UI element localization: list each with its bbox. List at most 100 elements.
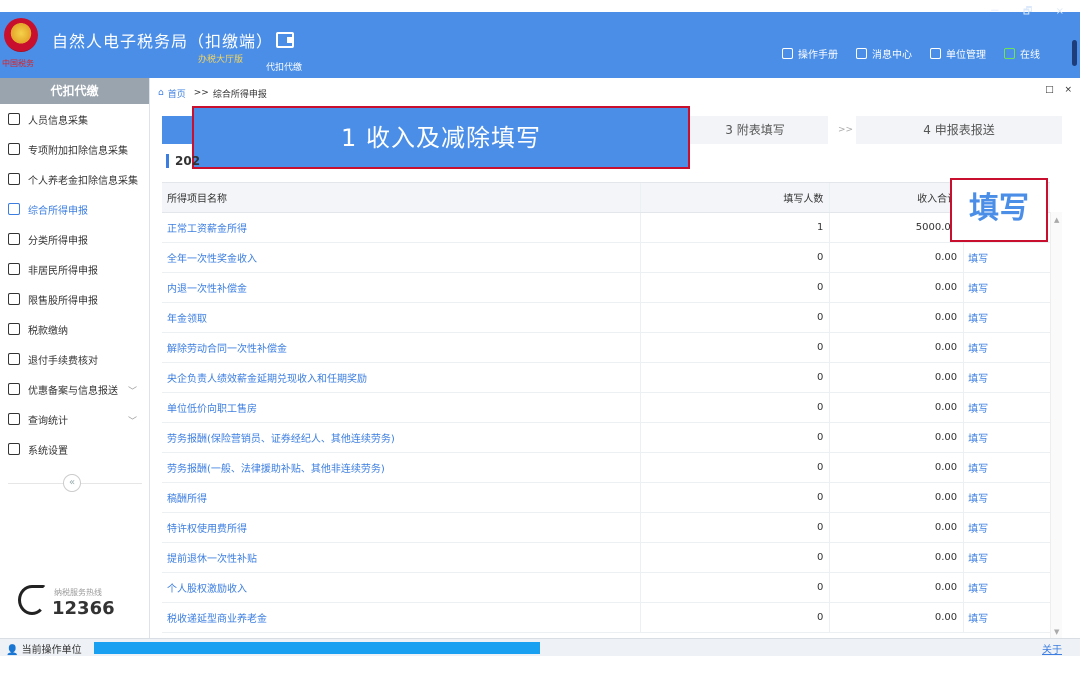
top-strip (0, 0, 1080, 12)
wallet-icon[interactable] (276, 32, 294, 48)
income-item-link[interactable]: 劳务报酬(一般、法律援助补贴、其他非连续劳务) (162, 452, 641, 483)
income-item-link[interactable]: 个人股权激励收入 (162, 572, 641, 603)
sidebar-item-pension[interactable]: 个人养老金扣除信息采集 (0, 164, 149, 194)
row-amount: 0.00 (829, 542, 964, 573)
scroll-up-icon[interactable]: ▲ (1054, 216, 1059, 224)
table-row: 特许权使用费所得 0 0.00 填写 (162, 512, 1050, 543)
table-row: 央企负责人绩效薪金延期兑现收入和任期奖励 0 0.00 填写 (162, 362, 1050, 393)
fill-callout[interactable]: 填写 (950, 178, 1048, 242)
income-item-link[interactable]: 提前退休一次性补贴 (162, 542, 641, 573)
fill-link[interactable]: 填写 (963, 302, 1050, 333)
app-subtitle: 办税大厅版 (198, 55, 244, 65)
fill-link[interactable]: 填写 (963, 362, 1050, 393)
online-check-icon (1004, 48, 1015, 59)
sidebar-item-classified[interactable]: 分类所得申报 (0, 224, 149, 254)
scroll-down-icon[interactable]: ▼ (1054, 628, 1059, 636)
sidebar-item-nonresident[interactable]: 非居民所得申报 (0, 254, 149, 284)
sidebar-item-label: 税款缴纳 (28, 325, 68, 337)
message-label: 消息中心 (872, 50, 912, 61)
fill-link[interactable]: 填写 (963, 332, 1050, 363)
sidebar-collapse-button[interactable]: « (63, 474, 81, 492)
sidebar-item-restricted-stock[interactable]: 限售股所得申报 (0, 284, 149, 314)
row-count: 0 (640, 602, 830, 633)
search-list-icon (8, 413, 20, 425)
table-row: 年金领取 0 0.00 填写 (162, 302, 1050, 333)
row-amount: 0.00 (829, 332, 964, 363)
income-item-link[interactable]: 年金领取 (162, 302, 641, 333)
table-scrollbar[interactable]: ▲ ▼ (1050, 212, 1062, 640)
people-icon (8, 113, 20, 125)
table-row: 税收递延型商业养老金 0 0.00 填写 (162, 602, 1050, 633)
row-amount: 0.00 (829, 512, 964, 543)
table-row: 提前退休一次性补贴 0 0.00 填写 (162, 542, 1050, 573)
person-icon (8, 263, 20, 275)
sidebar-item-refund-check[interactable]: 退付手续费核对 (0, 344, 149, 374)
online-status[interactable]: 在线 (1004, 46, 1040, 61)
layers-icon (8, 203, 20, 215)
online-label: 在线 (1020, 50, 1040, 61)
income-item-link[interactable]: 正常工资薪金所得 (162, 212, 641, 243)
fill-link[interactable]: 填写 (963, 392, 1050, 423)
income-item-link[interactable]: 央企负责人绩效薪金延期兑现收入和任期奖励 (162, 362, 641, 393)
operator-unit-bar (94, 642, 540, 654)
income-item-link[interactable]: 税收递延型商业养老金 (162, 602, 641, 633)
tab-controls[interactable]: □ × (1045, 85, 1076, 95)
income-item-link[interactable]: 稿酬所得 (162, 482, 641, 513)
step-3[interactable]: 3 附表填写 (682, 116, 828, 144)
sidebar-item-personnel[interactable]: 人员信息采集 (0, 104, 149, 134)
home-icon[interactable]: ⌂ (158, 88, 164, 98)
gear-icon (8, 443, 20, 455)
income-item-link[interactable]: 全年一次性奖金收入 (162, 242, 641, 273)
row-count: 0 (640, 512, 830, 543)
app-title: 自然人电子税务局（扣缴端） (52, 32, 274, 51)
breadcrumb: ⌂ 首页 >> 综合所得申报 □ × (150, 84, 1080, 102)
hotline: 纳税服务热线 12366 (18, 583, 138, 623)
row-amount: 0.00 (829, 572, 964, 603)
row-count: 0 (640, 422, 830, 453)
fill-link[interactable]: 填写 (963, 422, 1050, 453)
fill-link[interactable]: 填写 (963, 572, 1050, 603)
fill-link[interactable]: 填写 (963, 242, 1050, 273)
sidebar-item-query[interactable]: 查询统计 ﹀ (0, 404, 149, 434)
file-icon (8, 383, 20, 395)
top-actions: 操作手册 消息中心 单位管理 在线 (782, 46, 1040, 61)
table-row: 稿酬所得 0 0.00 填写 (162, 482, 1050, 513)
sidebar-item-preferential[interactable]: 优惠备案与信息报送 ﹀ (0, 374, 149, 404)
nav-daikoudaijiao[interactable]: 代扣代缴 (266, 60, 302, 73)
sidebar-item-label: 查询统计 (28, 415, 68, 427)
row-amount: 0.00 (829, 482, 964, 513)
sidebar-item-settings[interactable]: 系统设置 (0, 434, 149, 464)
step-4[interactable]: 4 申报表报送 (856, 116, 1062, 144)
breadcrumb-home[interactable]: 首页 (168, 87, 186, 100)
fill-link[interactable]: 填写 (963, 542, 1050, 573)
income-item-link[interactable]: 解除劳动合同一次性补偿金 (162, 332, 641, 363)
about-link[interactable]: 关于 (1042, 641, 1062, 656)
window-controls[interactable]: － 🗗 × (990, 2, 1074, 21)
operator-text: 当前操作单位 (21, 645, 82, 656)
receipt-icon (8, 353, 20, 365)
operator-label: 👤 当前操作单位 (6, 645, 82, 656)
sidebar-item-tax-payment[interactable]: 税款缴纳 (0, 314, 149, 344)
mail-icon (856, 48, 867, 59)
fill-link[interactable]: 填写 (963, 272, 1050, 303)
row-amount: 0.00 (829, 272, 964, 303)
step-1-highlight[interactable]: 1 收入及减除填写 (192, 106, 690, 169)
sidebar-item-label: 退付手续费核对 (28, 355, 98, 367)
row-amount: 0.00 (829, 362, 964, 393)
income-item-link[interactable]: 单位低价向职工售房 (162, 392, 641, 423)
income-item-link[interactable]: 内退一次性补偿金 (162, 272, 641, 303)
tax-emblem-logo (4, 18, 38, 52)
table-row: 劳务报酬(一般、法律援助补贴、其他非连续劳务) 0 0.00 填写 (162, 452, 1050, 483)
fill-link[interactable]: 填写 (963, 452, 1050, 483)
sidebar-item-special-deduction[interactable]: 专项附加扣除信息采集 (0, 134, 149, 164)
table-row: 全年一次性奖金收入 0 0.00 填写 (162, 242, 1050, 273)
fill-link[interactable]: 填写 (963, 482, 1050, 513)
sidebar-item-comprehensive[interactable]: 综合所得申报 (0, 194, 149, 224)
income-item-link[interactable]: 特许权使用费所得 (162, 512, 641, 543)
manual-link[interactable]: 操作手册 (782, 46, 838, 61)
fill-link[interactable]: 填写 (963, 512, 1050, 543)
message-center-link[interactable]: 消息中心 (856, 46, 912, 61)
fill-link[interactable]: 填写 (963, 602, 1050, 633)
unit-management-link[interactable]: 单位管理 (930, 46, 986, 61)
income-item-link[interactable]: 劳务报酬(保险营销员、证券经纪人、其他连续劳务) (162, 422, 641, 453)
